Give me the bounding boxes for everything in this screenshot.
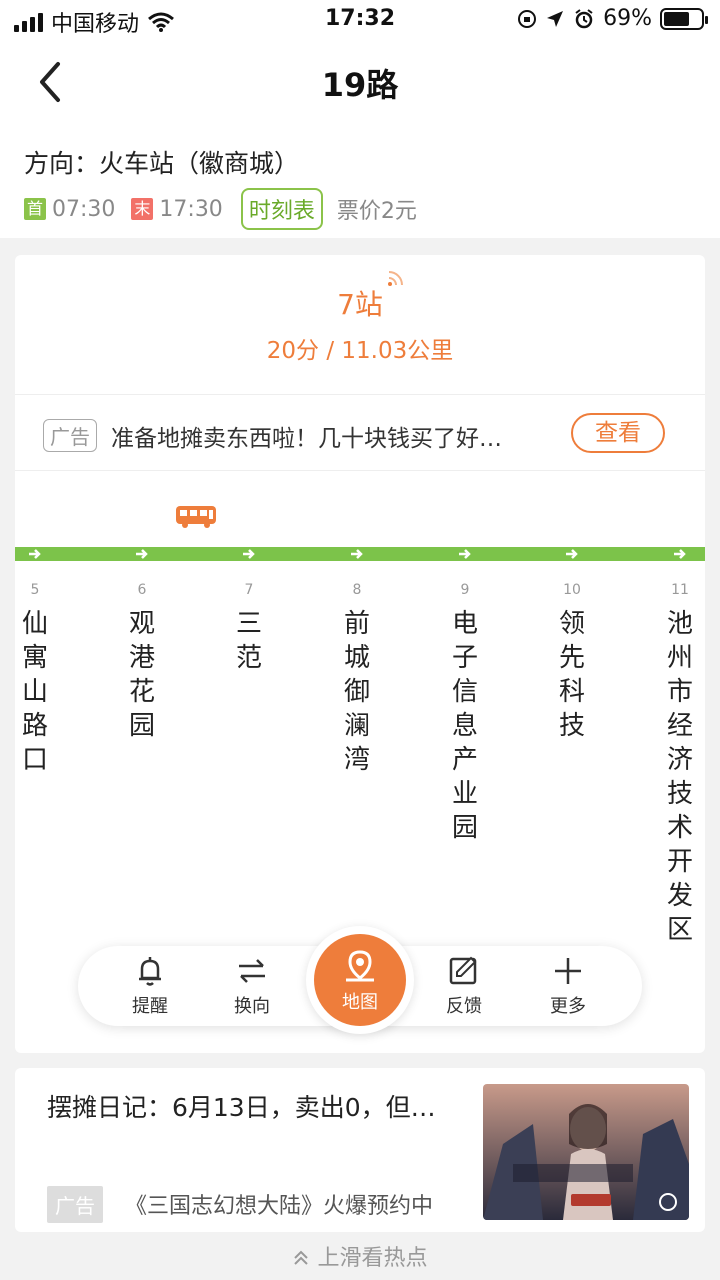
status-bar: 中国移动 17:32 69% <box>0 0 720 40</box>
timetable-button[interactable]: 时刻表 <box>240 188 323 230</box>
station-number: 10 <box>563 582 581 598</box>
plus-icon <box>555 958 581 984</box>
bus-icon[interactable] <box>175 505 217 529</box>
last-bus-time: 17:30 <box>159 196 223 222</box>
station-number: 9 <box>460 582 470 598</box>
station-number: 11 <box>671 582 689 598</box>
schedule-meta: 首 07:30 末 17:30 时刻表 票价2元 <box>24 188 417 230</box>
swipe-up-hint[interactable]: 上滑看热点 <box>0 1240 720 1272</box>
news-title[interactable]: 摆摊日记：6月13日，卖出0，但… <box>47 1088 436 1124</box>
station-item[interactable]: 7 三范 <box>229 579 269 675</box>
edit-icon <box>449 956 477 985</box>
direction-label: 方向：火车站（徽商城） <box>24 149 300 178</box>
arrival-summary: 7站 20分 / 11.03公里 <box>15 255 705 395</box>
switch-label: 换向 <box>234 996 270 1017</box>
first-bus-time: 07:30 <box>52 196 116 222</box>
station-name: 仙寓山路口 <box>21 609 48 775</box>
view-button[interactable]: 查看 <box>571 413 665 453</box>
direction-arrow-icon <box>457 547 473 561</box>
page-title: 19路 <box>321 66 399 104</box>
map-pin-icon <box>346 950 374 982</box>
nav-bar: 19路 <box>0 40 720 124</box>
news-card[interactable]: 摆摊日记：6月13日，卖出0，但… 广告 《三国志幻想大陆》火爆预约中 <box>15 1068 705 1232</box>
station-name: 池州市经济技术开发区 <box>666 609 693 945</box>
ad-banner[interactable]: 广告 准备地摊卖东西啦！几十块钱买了好… 查看 <box>15 395 705 471</box>
battery-icon <box>660 7 708 30</box>
remind-label: 提醒 <box>132 996 168 1017</box>
direction-arrow-icon <box>564 547 580 561</box>
last-bus-tag: 末 <box>131 198 154 220</box>
station-name: 领先科技 <box>558 609 585 741</box>
direction-arrow-icon <box>672 547 688 561</box>
alarm-icon <box>575 8 593 28</box>
rotation-lock-icon <box>518 9 537 28</box>
station-number: 7 <box>244 582 254 598</box>
route-card: 7站 20分 / 11.03公里 广告 准备地摊卖东西啦！几十块钱买了好… 查看… <box>15 255 705 1053</box>
stops-away: 7站 <box>337 288 383 321</box>
direction-arrow-icon <box>27 547 43 561</box>
map-button[interactable]: 地图 <box>306 926 414 1034</box>
feedback-button[interactable]: 反馈 <box>424 954 504 1018</box>
station-name: 前城御澜湾 <box>343 609 370 775</box>
fare-label: 票价2元 <box>336 199 417 224</box>
bell-icon <box>139 957 161 986</box>
station-name: 三范 <box>235 609 262 673</box>
station-number: 6 <box>137 582 147 598</box>
location-icon <box>547 10 564 27</box>
realtime-signal-icon <box>388 271 403 286</box>
route-info: 方向：火车站（徽商城） 首 07:30 末 17:30 时刻表 票价2元 <box>0 124 720 238</box>
station-item[interactable]: 8 前城御澜湾 <box>337 579 377 777</box>
station-item[interactable]: 5 仙寓山路口 <box>15 579 55 777</box>
direction-arrow-icon <box>349 547 365 561</box>
more-label: 更多 <box>550 996 586 1017</box>
direction-arrow-icon <box>241 547 257 561</box>
hint-label: 上滑看热点 <box>317 1246 428 1271</box>
first-bus-tag: 首 <box>24 198 46 220</box>
ad-text[interactable]: 准备地摊卖东西啦！几十块钱买了好… <box>111 419 551 453</box>
station-item[interactable]: 9 电子信息产业园 <box>445 579 485 845</box>
station-item[interactable]: 6 观港花园 <box>122 579 162 743</box>
direction-arrow-icon <box>134 547 150 561</box>
station-number: 8 <box>352 582 362 598</box>
swap-icon <box>239 959 265 983</box>
news-subtitle: 《三国志幻想大陆》火爆预约中 <box>125 1194 434 1219</box>
news-ad-badge: 广告 <box>47 1186 103 1223</box>
switch-direction-button[interactable]: 换向 <box>212 954 292 1018</box>
map-label: 地图 <box>342 992 378 1013</box>
more-button[interactable]: 更多 <box>528 954 608 1018</box>
ad-badge: 广告 <box>43 419 97 452</box>
feedback-label: 反馈 <box>446 996 482 1017</box>
station-name: 观港花园 <box>128 609 155 741</box>
remind-button[interactable]: 提醒 <box>110 954 190 1018</box>
battery-percent: 69% <box>603 6 652 31</box>
station-item[interactable]: 11 池州市经济技术开发区 <box>660 579 700 947</box>
eta-label: 20分 / 11.03公里 <box>266 338 454 364</box>
news-image[interactable] <box>483 1084 689 1220</box>
station-item[interactable]: 10 领先科技 <box>552 579 592 743</box>
station-number: 5 <box>30 582 40 598</box>
station-name: 电子信息产业园 <box>451 609 478 843</box>
double-chevron-up-icon <box>294 1250 309 1265</box>
